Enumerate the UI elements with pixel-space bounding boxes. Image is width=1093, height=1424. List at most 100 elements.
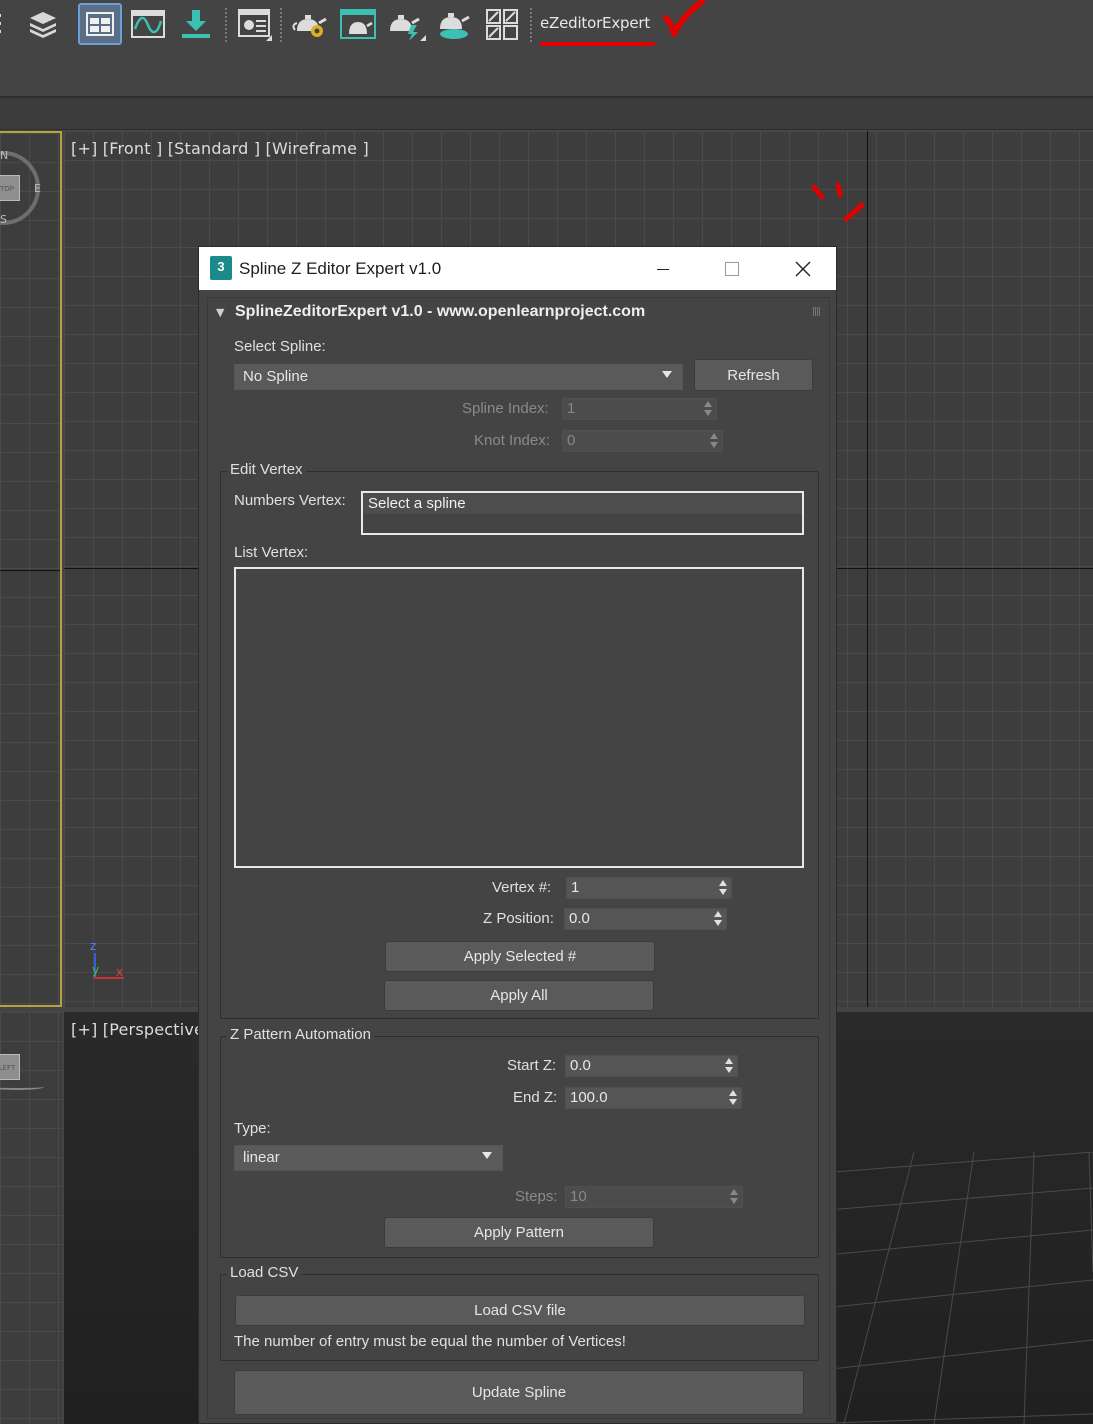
maximize-button[interactable] bbox=[709, 247, 755, 290]
spinner-arrows-icon[interactable] bbox=[729, 1090, 737, 1106]
z-pattern-group: Z Pattern Automation Start Z: 0.0 End Z:… bbox=[220, 1026, 819, 1258]
type-label: Type: bbox=[234, 1120, 271, 1137]
z-pattern-group-title: Z Pattern Automation bbox=[227, 1026, 374, 1043]
close-button[interactable] bbox=[780, 247, 826, 290]
end-z-spinner[interactable]: 100.0 bbox=[565, 1087, 742, 1109]
vertex-number-spinner[interactable]: 1 bbox=[566, 877, 732, 899]
main-toolbar: eZeditorExpert bbox=[0, 0, 1093, 96]
start-z-spinner[interactable]: 0.0 bbox=[565, 1055, 738, 1077]
render-setup-icon[interactable] bbox=[232, 3, 276, 45]
select-spline-label: Select Spline: bbox=[234, 338, 326, 355]
toolbar-separator bbox=[225, 8, 227, 42]
scene-explorer-icon[interactable] bbox=[78, 3, 122, 45]
top-left-viewport[interactable]: TOP N E S bbox=[0, 131, 62, 1007]
spline-dropdown-value: No Spline bbox=[243, 368, 309, 385]
vertex-number-value: 1 bbox=[571, 879, 580, 896]
axis-y-label: y bbox=[92, 963, 100, 977]
spline-index-value: 1 bbox=[567, 400, 576, 417]
minimize-icon bbox=[657, 268, 669, 270]
toolbar-separator bbox=[530, 8, 532, 42]
menu-partial-icon[interactable] bbox=[0, 3, 10, 45]
csv-note-text: The number of entry must be equal the nu… bbox=[234, 1333, 626, 1350]
3dsmax-app-icon: 3 bbox=[210, 256, 232, 280]
minimize-button[interactable] bbox=[640, 247, 686, 290]
load-csv-button[interactable]: Load CSV file bbox=[235, 1295, 805, 1326]
pattern-type-dropdown[interactable]: linear bbox=[234, 1145, 503, 1171]
refresh-button[interactable]: Refresh bbox=[694, 359, 813, 391]
knot-index-spinner[interactable]: 0 bbox=[562, 430, 723, 452]
apply-pattern-button[interactable]: Apply Pattern bbox=[384, 1217, 654, 1248]
knot-index-value: 0 bbox=[567, 432, 576, 449]
viewcube-left-face[interactable]: LEFT bbox=[0, 1054, 20, 1080]
vertex-listbox[interactable] bbox=[234, 567, 804, 868]
spline-index-spinner[interactable]: 1 bbox=[562, 398, 717, 420]
steps-label: Steps: bbox=[515, 1188, 558, 1205]
axis-x-label: x bbox=[116, 965, 124, 979]
z-position-value: 0.0 bbox=[569, 910, 590, 927]
collapse-triangle-icon[interactable]: ▼ bbox=[216, 306, 224, 319]
spline-z-editor-dialog: 3 Spline Z Editor Expert v1.0 ▼ SplineZe… bbox=[198, 246, 837, 1424]
spinner-arrows-icon[interactable] bbox=[710, 433, 718, 449]
knot-index-label: Knot Index: bbox=[474, 432, 550, 449]
viewcube-top-face[interactable]: TOP bbox=[0, 175, 20, 201]
bottom-left-viewport[interactable]: LEFT bbox=[0, 1012, 62, 1424]
dialog-titlebar[interactable]: 3 Spline Z Editor Expert v1.0 bbox=[199, 247, 836, 290]
spinner-arrows-icon[interactable] bbox=[719, 880, 727, 896]
apply-all-button[interactable]: Apply All bbox=[384, 980, 654, 1011]
teapot-cloud-icon[interactable] bbox=[432, 3, 476, 45]
compass-south: S bbox=[0, 213, 8, 226]
spinner-arrows-icon[interactable] bbox=[730, 1189, 738, 1205]
close-icon bbox=[795, 261, 811, 276]
rollout-panel: ▼ SplineZeditorExpert v1.0 - www.openlea… bbox=[207, 297, 830, 1419]
numbers-vertex-field[interactable]: Select a spline bbox=[361, 491, 804, 535]
import-icon[interactable] bbox=[174, 3, 218, 45]
teapot-lightning-icon[interactable] bbox=[384, 3, 428, 45]
numbers-vertex-label: Numbers Vertex: bbox=[234, 492, 346, 509]
steps-spinner[interactable]: 10 bbox=[565, 1186, 743, 1208]
end-z-value: 100.0 bbox=[570, 1089, 608, 1106]
load-csv-group: Load CSV Load CSV file The number of ent… bbox=[220, 1264, 819, 1361]
red-annotation-underline bbox=[540, 42, 655, 46]
toolbar-separator bbox=[280, 8, 282, 42]
layer-stack-icon[interactable] bbox=[21, 3, 65, 45]
apply-selected-button[interactable]: Apply Selected # bbox=[385, 941, 655, 972]
steps-value: 10 bbox=[570, 1188, 587, 1205]
perspective-ground-grid bbox=[804, 1152, 1093, 1424]
teapot-settings-icon[interactable] bbox=[288, 3, 332, 45]
curve-editor-icon[interactable] bbox=[126, 3, 170, 45]
numbers-vertex-value: Select a spline bbox=[368, 495, 466, 512]
dialog-title: Spline Z Editor Expert v1.0 bbox=[239, 259, 442, 278]
spinner-arrows-icon[interactable] bbox=[704, 401, 712, 417]
start-z-label: Start Z: bbox=[507, 1057, 557, 1074]
update-spline-button[interactable]: Update Spline bbox=[234, 1370, 804, 1415]
spinner-arrows-icon[interactable] bbox=[725, 1058, 733, 1074]
z-position-label: Z Position: bbox=[483, 910, 554, 927]
load-csv-group-title: Load CSV bbox=[227, 1264, 302, 1281]
custom-toolbar-label[interactable]: eZeditorExpert bbox=[540, 14, 650, 32]
red-checkmark-annotation bbox=[663, 0, 705, 37]
compass-east: E bbox=[34, 182, 42, 195]
rollout-title: SplineZeditorExpert v1.0 - www.openlearn… bbox=[235, 303, 646, 320]
drag-grip-icon[interactable] bbox=[813, 307, 821, 316]
spline-dropdown[interactable]: No Spline bbox=[234, 364, 683, 390]
teapot-frame-icon[interactable] bbox=[336, 3, 380, 45]
viewcube-compass-ring bbox=[0, 1084, 44, 1090]
start-z-value: 0.0 bbox=[570, 1057, 591, 1074]
perspective-viewport-label[interactable]: [+] [Perspective bbox=[71, 1020, 204, 1039]
chevron-down-icon bbox=[482, 1152, 492, 1159]
front-viewport-label[interactable]: [+] [Front ] [Standard ] [Wireframe ] bbox=[71, 139, 369, 158]
grid-shortcut-icon[interactable] bbox=[480, 3, 524, 45]
list-vertex-label: List Vertex: bbox=[234, 544, 309, 561]
spinner-arrows-icon[interactable] bbox=[714, 911, 722, 927]
rollout-header[interactable]: ▼ SplineZeditorExpert v1.0 - www.openlea… bbox=[208, 298, 829, 326]
end-z-label: End Z: bbox=[513, 1089, 558, 1106]
compass-north: N bbox=[0, 149, 9, 162]
pattern-type-value: linear bbox=[243, 1149, 280, 1166]
spline-index-label: Spline Index: bbox=[462, 400, 549, 417]
vertex-number-label: Vertex #: bbox=[492, 879, 552, 896]
maximize-icon bbox=[725, 261, 739, 276]
chevron-down-icon bbox=[662, 371, 672, 378]
world-axis-vertical bbox=[867, 131, 868, 1007]
z-position-spinner[interactable]: 0.0 bbox=[564, 908, 727, 930]
edit-vertex-group: Edit Vertex Numbers Vertex: Select a spl… bbox=[220, 461, 819, 1019]
